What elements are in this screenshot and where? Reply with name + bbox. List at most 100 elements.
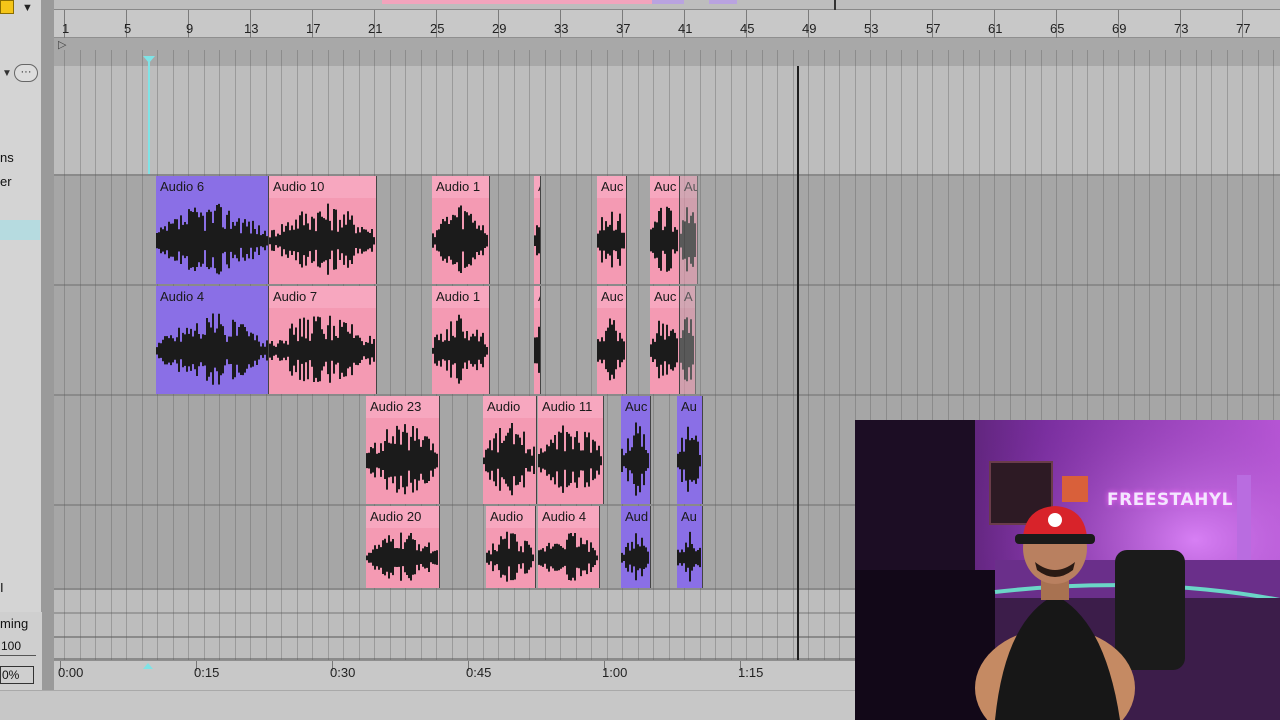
waveform — [677, 426, 701, 492]
grid-line — [746, 50, 747, 660]
sidebar-text-er: er — [0, 174, 12, 189]
audio-clip[interactable]: Audio 11 — [538, 396, 604, 504]
grid-line — [839, 50, 840, 660]
clip-name-label: Auc — [621, 396, 650, 418]
timing-value-field[interactable]: 100 — [0, 638, 36, 656]
audio-clip[interactable]: Audio — [486, 506, 536, 588]
left-sidebar: ▼ ▼ ··· ns er I ming 100 0% — [0, 0, 42, 690]
clip-name-label: Audio 10 — [269, 176, 376, 198]
audio-clip[interactable]: Audio 23 — [366, 396, 440, 504]
percent-field[interactable]: 0% — [0, 666, 34, 684]
webcam-scene — [855, 420, 1280, 720]
audio-clip[interactable]: Audio 20 — [366, 506, 440, 588]
waveform — [650, 320, 678, 379]
audio-clip[interactable]: Audio — [483, 396, 537, 504]
clip-name-label: Audio 23 — [366, 396, 439, 418]
audio-clip[interactable]: Auc — [650, 286, 680, 394]
audio-clip[interactable]: Audio 7 — [269, 286, 377, 394]
grid-line — [715, 50, 716, 660]
bar-number-label: 9 — [186, 21, 194, 36]
audio-clip[interactable]: Auc — [597, 176, 627, 284]
bar-number-label: 73 — [1174, 21, 1189, 36]
grid-line — [731, 50, 732, 660]
sidebar-text-l: I — [0, 580, 4, 595]
time-label: 1:00 — [602, 665, 628, 680]
timing-label: ming — [0, 616, 29, 631]
track-lane-top[interactable] — [54, 66, 1280, 176]
webcam-neon-sign: FREESTAHYL — [1107, 490, 1233, 510]
loop-bar[interactable] — [54, 0, 1280, 10]
grid-line — [80, 50, 81, 660]
waveform — [483, 423, 535, 496]
clip-name-label: Audio — [486, 506, 535, 528]
beat-ruler[interactable]: 1 5 9 13 17 21 25 29 33 37 41 45 49 53 57 61 65 69 73 77 — [54, 0, 1280, 38]
bar-number-label: 25 — [430, 21, 445, 36]
audio-clip[interactable]: Au — [680, 176, 698, 284]
audio-clip[interactable]: Audio 4 — [538, 506, 600, 588]
bar-number-label: 5 — [124, 21, 132, 36]
webcam-overlay: FREESTAHYL — [855, 420, 1280, 720]
clip-name-label: Au — [677, 396, 702, 418]
clip-name-label: Auc — [650, 176, 679, 198]
audio-clip[interactable]: Auc — [597, 286, 627, 394]
waveform — [538, 425, 602, 493]
audio-clip[interactable]: Audio 6 — [156, 176, 269, 284]
waveform — [156, 313, 268, 385]
bar-number-label: 57 — [926, 21, 941, 36]
track-color-swatch[interactable] — [0, 0, 14, 14]
waveform — [269, 315, 375, 383]
audio-clip[interactable]: Aud — [621, 506, 651, 588]
grid-line — [111, 50, 112, 660]
audio-clip[interactable]: Auc — [621, 396, 651, 504]
sidebar-selected-item[interactable] — [0, 220, 40, 240]
waveform — [486, 531, 534, 582]
dropdown-triangle-icon[interactable]: ▼ — [22, 2, 33, 14]
bar-number-label: 13 — [244, 21, 259, 36]
clip-name-label: Audio 4 — [156, 286, 268, 308]
more-options-icon[interactable]: ··· — [14, 64, 38, 82]
clip-name-label: A — [534, 286, 540, 308]
clip-name-label: Audio 1 — [432, 286, 489, 308]
playhead[interactable] — [148, 62, 150, 174]
audio-clip[interactable]: A — [680, 286, 696, 394]
waveform — [621, 533, 649, 581]
loop-region-purple — [652, 0, 684, 4]
time-label: 0:15 — [194, 665, 220, 680]
audio-clip[interactable]: Audio 10 — [269, 176, 377, 284]
grid-line — [824, 50, 825, 660]
loop-region-pink — [382, 0, 502, 4]
waveform — [597, 318, 625, 381]
waveform — [680, 207, 696, 272]
clip-name-label: Audio 6 — [156, 176, 268, 198]
waveform — [432, 314, 488, 384]
audio-clip[interactable]: Au — [677, 396, 703, 504]
waveform — [366, 532, 438, 581]
fold-triangle-icon[interactable]: ▼ — [2, 68, 12, 79]
time-label: 0:45 — [466, 665, 492, 680]
audio-clip[interactable]: A — [534, 176, 541, 284]
bar-number-label: 69 — [1112, 21, 1127, 36]
audio-clip[interactable]: A — [534, 286, 541, 394]
grid-line — [793, 50, 794, 660]
waveform — [534, 326, 540, 373]
time-label: 0:00 — [58, 665, 84, 680]
audio-clip[interactable]: Auc — [650, 176, 680, 284]
grid-line — [142, 50, 143, 660]
waveform — [621, 422, 649, 496]
audio-clip[interactable]: Au — [677, 506, 703, 588]
clip-name-label: Audio 11 — [538, 396, 603, 418]
clip-name-label: Audio 1 — [432, 176, 489, 198]
clip-name-label: Audio — [483, 396, 536, 418]
clip-name-label: Audio 7 — [269, 286, 376, 308]
panel-divider[interactable] — [42, 0, 54, 690]
bar-number-label: 1 — [62, 21, 70, 36]
bar-number-label: 77 — [1236, 21, 1251, 36]
grid-line — [777, 50, 778, 660]
audio-clip[interactable]: Audio 4 — [156, 286, 269, 394]
bar-number-label: 33 — [554, 21, 569, 36]
audio-clip[interactable]: Audio 1 — [432, 176, 490, 284]
waveform — [534, 225, 540, 256]
waveform — [597, 211, 625, 268]
audio-clip[interactable]: Audio 1 — [432, 286, 490, 394]
grid-line — [126, 50, 127, 660]
